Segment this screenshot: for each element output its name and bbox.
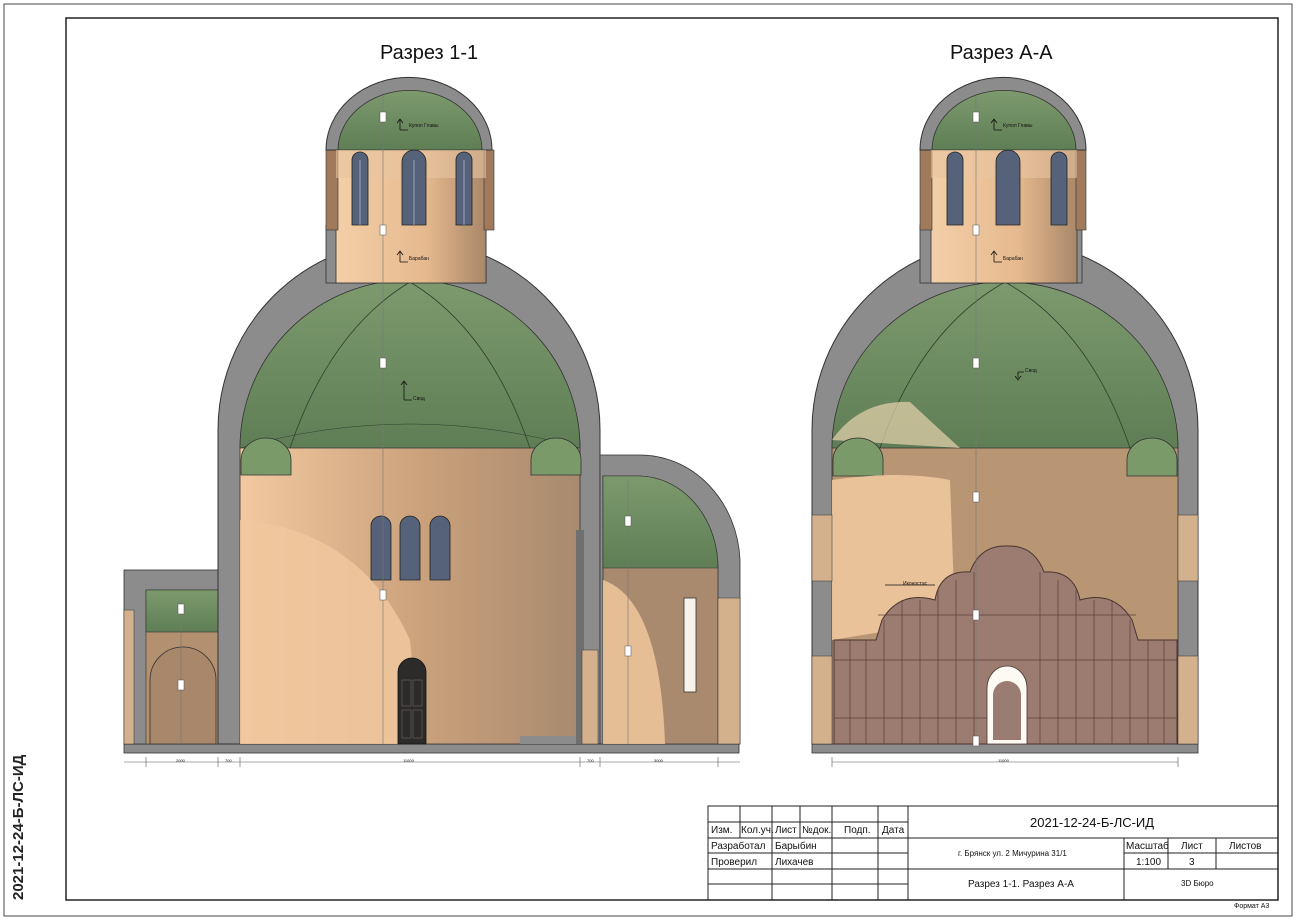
dim-left-4: 700 [587,758,594,763]
sheet-format: Формат А3 [1234,903,1270,910]
drawing-sheet [3,3,1293,917]
dim-right-1: 11000 [998,758,1009,763]
list-label: Лист [1181,841,1203,852]
dim-left-1: 2000 [176,758,185,763]
scale-label: Масштаб [1126,841,1169,852]
title-block-doc-code: 2021-12-24-Б-ЛС-ИД [1030,815,1155,830]
address: г. Брянск ул. 2 Мичурина 31/1 [958,849,1067,858]
label-baraban-right: Барабан [1003,256,1023,262]
label-kupol-right: Купол Главы [1003,123,1033,129]
header-list: Лист [775,825,797,836]
dim-left-3: 11000 [403,758,414,763]
name-checker: Лихачев [775,857,814,868]
header-data: Дата [882,825,905,836]
listov-label: Листов [1229,841,1262,852]
section-a-a-drawing [811,76,1199,767]
company-name: 3D Бюро [1181,879,1214,888]
section-1-1-drawing [123,76,741,767]
section-a-a-title: Разрез А-А [950,42,1053,64]
sheet-title: Разрез 1-1. Разрез А-А [968,879,1074,890]
header-izm: Изм. [711,825,733,836]
name-developer: Барыбин [775,841,817,852]
list-value: 3 [1189,857,1195,868]
dim-left-2: 700 [225,758,232,763]
side-document-code: 2021-12-24-Б-ЛС-ИД [10,754,27,900]
label-kupol-left: Купол Главы [409,123,439,129]
section-1-1-title: Разрез 1-1 [380,42,479,64]
label-baraban-left: Барабан [409,256,429,262]
header-kol: Кол.уч. [741,825,774,836]
label-svod-left: Свод [413,396,425,402]
role-checker: Проверил [711,857,758,868]
label-iconostasis: Иконостас [903,581,928,587]
header-podp: Подп. [844,825,871,836]
label-svod-right: Свод [1025,368,1037,374]
header-ndok: №док. [802,825,832,836]
scale-value: 1:100 [1136,857,1162,868]
role-developer: Разработал [711,841,766,852]
dim-left-5: 3000 [654,758,663,763]
